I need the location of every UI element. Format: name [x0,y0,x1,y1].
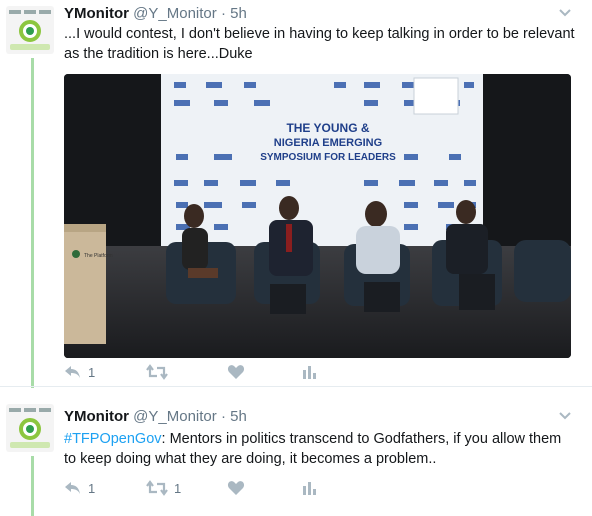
retweet-icon [146,364,168,380]
tweet-header: YMonitor @Y_Monitor · 5h [64,5,247,22]
analytics-icon [303,482,316,495]
reply-icon [65,482,80,494]
author-name[interactable]: YMonitor [64,408,129,425]
tweet-2[interactable]: YMonitor @Y_Monitor · 5h #TFPOpenGov: Me… [0,398,592,516]
tweet-divider [0,386,592,387]
podium-label: The Platform [84,253,113,259]
retweet-count: 1 [174,480,182,496]
retweet-icon [146,480,168,496]
analytics-button[interactable] [302,480,318,496]
thread-line [31,456,34,516]
reply-button[interactable]: 1 [64,364,95,380]
analytics-button[interactable] [302,364,318,380]
reply-icon [65,366,80,378]
avatar[interactable] [6,6,54,54]
author-name[interactable]: YMonitor [64,5,129,22]
separator: · [220,408,226,425]
author-handle[interactable]: @Y_Monitor [133,5,217,22]
tweet-photo[interactable]: THE YOUNG & NIGERIA EMERGING SYMPOSIUM F… [64,74,571,358]
timestamp[interactable]: 5h [230,408,247,425]
author-handle[interactable]: @Y_Monitor [133,408,217,425]
backdrop-line-3: SYMPOSIUM FOR LEADERS [260,152,396,163]
tweet-1[interactable]: YMonitor @Y_Monitor · 5h ...I would cont… [0,0,592,388]
retweet-button[interactable] [146,364,174,380]
backdrop-line-1: THE YOUNG & [286,121,369,135]
like-button[interactable] [227,480,251,496]
reply-button[interactable]: 1 [64,480,95,496]
timestamp[interactable]: 5h [230,5,247,22]
like-icon [227,365,245,379]
hashtag-link[interactable]: #TFPOpenGov [64,431,162,447]
caret-down-icon[interactable] [558,6,572,20]
analytics-icon [303,366,316,379]
reply-count: 1 [88,364,96,380]
avatar[interactable] [6,404,54,452]
tweet-text: ...I would contest, I don't believe in h… [64,26,575,62]
backdrop-line-2: NIGERIA EMERGING [274,137,382,149]
like-button[interactable] [227,364,251,380]
separator: · [220,5,226,22]
thread-line [31,58,34,388]
tweet-header: YMonitor @Y_Monitor · 5h [64,408,247,425]
like-icon [227,481,245,495]
caret-down-icon[interactable] [558,409,572,423]
tweet-text: #TFPOpenGov: Mentors in politics transce… [64,429,576,469]
reply-count: 1 [88,480,96,496]
retweet-button[interactable]: 1 [146,480,181,496]
